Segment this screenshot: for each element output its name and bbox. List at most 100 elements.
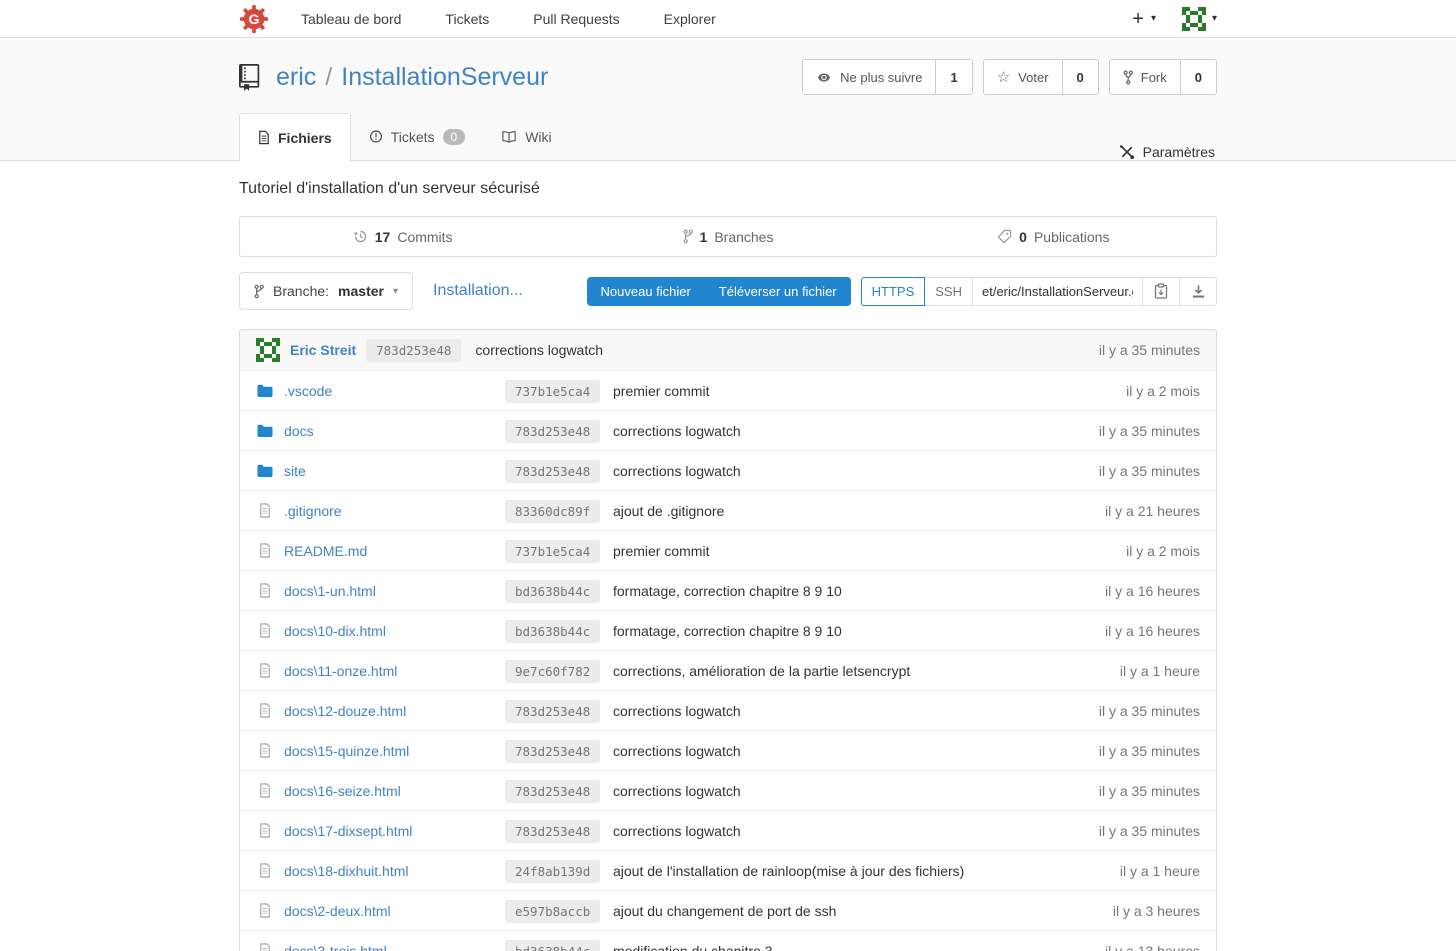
releases-stat[interactable]: 0Publications: [891, 217, 1216, 256]
commit-hash-badge[interactable]: bd3638b44c: [505, 940, 600, 951]
commit-hash-badge[interactable]: 83360dc89f: [505, 500, 600, 523]
tab-wiki[interactable]: Wiki: [483, 113, 569, 160]
gogs-logo-icon[interactable]: G: [239, 4, 269, 34]
commit-hash-badge[interactable]: bd3638b44c: [505, 580, 600, 603]
file-link[interactable]: docs\16-seize.html: [284, 783, 401, 799]
clone-url-input[interactable]: [973, 277, 1143, 306]
new-file-button[interactable]: Nouveau fichier: [587, 277, 705, 306]
commit-author-link[interactable]: Eric Streit: [290, 342, 356, 358]
fork-button[interactable]: Fork: [1110, 60, 1180, 94]
file-link[interactable]: docs\17-dixsept.html: [284, 823, 412, 839]
table-row: docs\15-quinze.html 783d253e48 correctio…: [240, 730, 1216, 770]
commit-message-link[interactable]: corrections logwatch: [613, 783, 741, 799]
commit-message-link[interactable]: corrections logwatch: [613, 703, 741, 719]
commit-time: il y a 35 minutes: [1099, 423, 1200, 439]
commit-hash-badge[interactable]: 783d253e48: [505, 740, 600, 763]
watch-button-group: Ne plus suivre 1: [802, 59, 973, 95]
file-link[interactable]: docs\18-dixhuit.html: [284, 863, 409, 879]
commit-time: il y a 3 heures: [1113, 903, 1200, 919]
repo-book-icon: [239, 64, 266, 91]
branch-selector[interactable]: Branche: master ▾: [239, 272, 413, 310]
repo-name-link[interactable]: InstallationServeur: [341, 63, 548, 92]
download-archive-button[interactable]: [1180, 277, 1217, 306]
commit-message-link[interactable]: formatage, correction chapitre 8 9 10: [613, 583, 842, 599]
folder-icon: [256, 424, 273, 438]
star-button[interactable]: ☆ Voter: [984, 60, 1062, 94]
commits-stat[interactable]: 17Commits: [240, 217, 565, 256]
copy-clone-url-button[interactable]: [1143, 277, 1180, 306]
tag-icon: [997, 229, 1012, 244]
commit-message-link[interactable]: corrections logwatch: [613, 463, 741, 479]
stars-count[interactable]: 0: [1062, 60, 1098, 94]
tab-issues[interactable]: Tickets 0: [351, 113, 484, 160]
file-link[interactable]: README.md: [284, 543, 367, 559]
issues-count-badge: 0: [443, 129, 466, 145]
commit-message-link[interactable]: corrections logwatch: [613, 423, 741, 439]
branches-stat[interactable]: 1Branches: [565, 217, 890, 256]
file-icon: [256, 503, 273, 518]
commit-hash-badge[interactable]: 9e7c60f782: [505, 660, 600, 683]
commit-message-link[interactable]: modification du chapitre 3: [613, 943, 773, 951]
commit-message-link[interactable]: premier commit: [613, 383, 709, 399]
commit-hash-badge[interactable]: 783d253e48: [505, 780, 600, 803]
commit-time: il y a 1 heure: [1120, 663, 1200, 679]
commit-hash-badge[interactable]: 783d253e48: [505, 820, 600, 843]
book-icon: [501, 129, 517, 144]
commit-hash-badge[interactable]: 783d253e48: [505, 460, 600, 483]
create-new-dropdown[interactable]: + ▾: [1132, 9, 1156, 29]
table-row: docs\11-onze.html 9e7c60f782 corrections…: [240, 650, 1216, 690]
file-link[interactable]: docs: [284, 423, 314, 439]
unwatch-button[interactable]: Ne plus suivre: [803, 60, 935, 94]
tab-settings[interactable]: Paramètres: [1119, 144, 1217, 160]
file-icon: [256, 703, 273, 718]
file-link[interactable]: site: [284, 463, 306, 479]
file-icon: [256, 663, 273, 678]
breadcrumb-path-link[interactable]: Installation...: [433, 282, 523, 300]
commit-message-link[interactable]: corrections logwatch: [613, 823, 741, 839]
commit-hash-badge[interactable]: 24f8ab139d: [505, 860, 600, 883]
watchers-count[interactable]: 1: [935, 60, 971, 94]
commit-hash-badge[interactable]: e597b8accb: [505, 900, 600, 923]
commit-time: il y a 35 minutes: [1099, 743, 1200, 759]
file-link[interactable]: .gitignore: [284, 503, 342, 519]
nav-explore-link[interactable]: Explorer: [664, 11, 716, 27]
commit-message-link[interactable]: ajout du changement de port de ssh: [613, 903, 836, 919]
repo-owner-link[interactable]: eric: [276, 63, 316, 92]
nav-dashboard-link[interactable]: Tableau de bord: [301, 11, 401, 27]
file-link[interactable]: docs\1-un.html: [284, 583, 376, 599]
commit-message-link[interactable]: corrections logwatch: [475, 342, 603, 358]
commit-message-link[interactable]: premier commit: [613, 543, 709, 559]
commit-hash-badge[interactable]: 783d253e48: [366, 339, 461, 362]
repo-stats-bar: 17Commits 1Branches 0Publications: [239, 216, 1217, 257]
file-link[interactable]: docs\11-onze.html: [284, 663, 397, 679]
upload-file-button[interactable]: Téléverser un fichier: [705, 277, 851, 306]
file-link[interactable]: docs\15-quinze.html: [284, 743, 409, 759]
https-protocol-button[interactable]: HTTPS: [861, 277, 926, 306]
commit-message-link[interactable]: formatage, correction chapitre 8 9 10: [613, 623, 842, 639]
commit-time: il y a 35 minutes: [1099, 463, 1200, 479]
fork-button-group: Fork 0: [1109, 59, 1217, 95]
tab-files[interactable]: Fichiers: [239, 113, 351, 161]
commit-hash-badge[interactable]: 783d253e48: [505, 700, 600, 723]
commit-hash-badge[interactable]: 783d253e48: [505, 420, 600, 443]
commit-time: il y a 16 heures: [1105, 583, 1200, 599]
file-link[interactable]: .vscode: [284, 383, 332, 399]
nav-issues-link[interactable]: Tickets: [445, 11, 489, 27]
svg-text:G: G: [249, 11, 260, 27]
file-link[interactable]: docs\10-dix.html: [284, 623, 386, 639]
nav-pull-requests-link[interactable]: Pull Requests: [533, 11, 619, 27]
user-avatar: [1182, 7, 1206, 31]
file-link[interactable]: docs\12-douze.html: [284, 703, 406, 719]
file-link[interactable]: docs\3-trois.html: [284, 943, 387, 951]
commit-hash-badge[interactable]: bd3638b44c: [505, 620, 600, 643]
forks-count[interactable]: 0: [1180, 60, 1216, 94]
commit-message-link[interactable]: corrections, amélioration de la partie l…: [613, 663, 910, 679]
commit-hash-badge[interactable]: 737b1e5ca4: [505, 540, 600, 563]
commit-message-link[interactable]: ajout de .gitignore: [613, 503, 724, 519]
commit-message-link[interactable]: ajout de l'installation de rainloop(mise…: [613, 863, 964, 879]
ssh-protocol-button[interactable]: SSH: [925, 277, 973, 306]
file-link[interactable]: docs\2-deux.html: [284, 903, 391, 919]
commit-hash-badge[interactable]: 737b1e5ca4: [505, 380, 600, 403]
user-menu-dropdown[interactable]: ▾: [1182, 7, 1217, 31]
commit-message-link[interactable]: corrections logwatch: [613, 743, 741, 759]
